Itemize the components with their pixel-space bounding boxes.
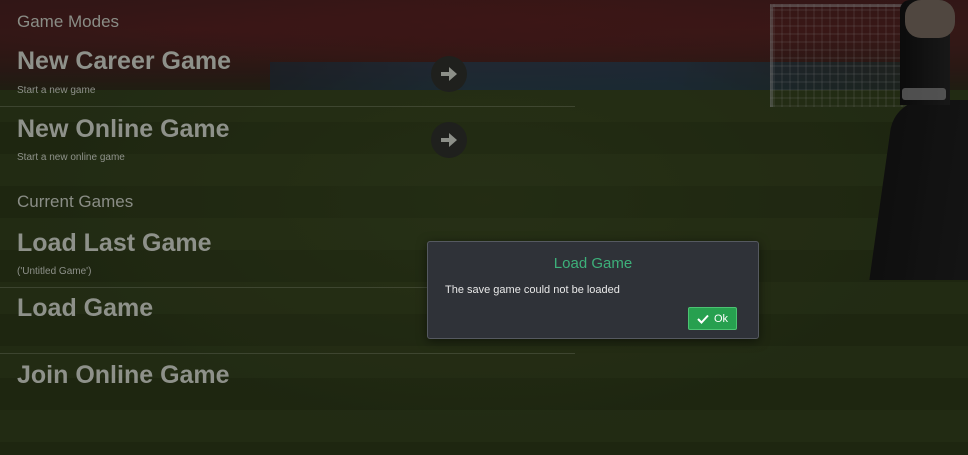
dialog-title: Load Game <box>553 255 633 272</box>
menu-item-new-career-game[interactable]: New Career Game Start a new game <box>0 44 575 106</box>
arrow-right-icon <box>441 133 457 147</box>
current-games-header: Current Games <box>17 192 134 211</box>
menu-item-title: Load Last Game <box>17 229 212 257</box>
menu-item-subtitle: ('Untitled Game') <box>17 266 92 277</box>
ok-button-label: Ok <box>713 312 729 325</box>
new-career-game-arrow-button[interactable] <box>431 56 467 92</box>
menu-item-title: Join Online Game <box>17 361 230 389</box>
main-menu-screen: Game Modes New Career Game Start a new g… <box>0 0 968 455</box>
new-online-game-arrow-button[interactable] <box>431 122 467 158</box>
menu-item-new-online-game[interactable]: New Online Game Start a new online game <box>0 110 575 170</box>
game-modes-header: Game Modes <box>17 12 120 31</box>
ok-button[interactable]: Ok <box>688 307 737 330</box>
checkmark-icon <box>697 314 709 324</box>
load-game-dialog: Load Game The save game could not be loa… <box>427 241 759 339</box>
menu-item-title: New Career Game <box>17 47 232 75</box>
menu-divider <box>0 106 575 107</box>
menu-item-subtitle: Start a new game <box>17 85 96 96</box>
menu-item-title: Load Game <box>17 294 154 322</box>
menu-item-subtitle: Start a new online game <box>17 152 125 163</box>
menu-item-join-online-game[interactable]: Join Online Game <box>0 356 575 418</box>
arrow-right-icon <box>441 67 457 81</box>
dialog-message: The save game could not be loaded <box>445 284 620 296</box>
menu-item-title: New Online Game <box>17 115 230 143</box>
menu-divider <box>0 353 575 354</box>
